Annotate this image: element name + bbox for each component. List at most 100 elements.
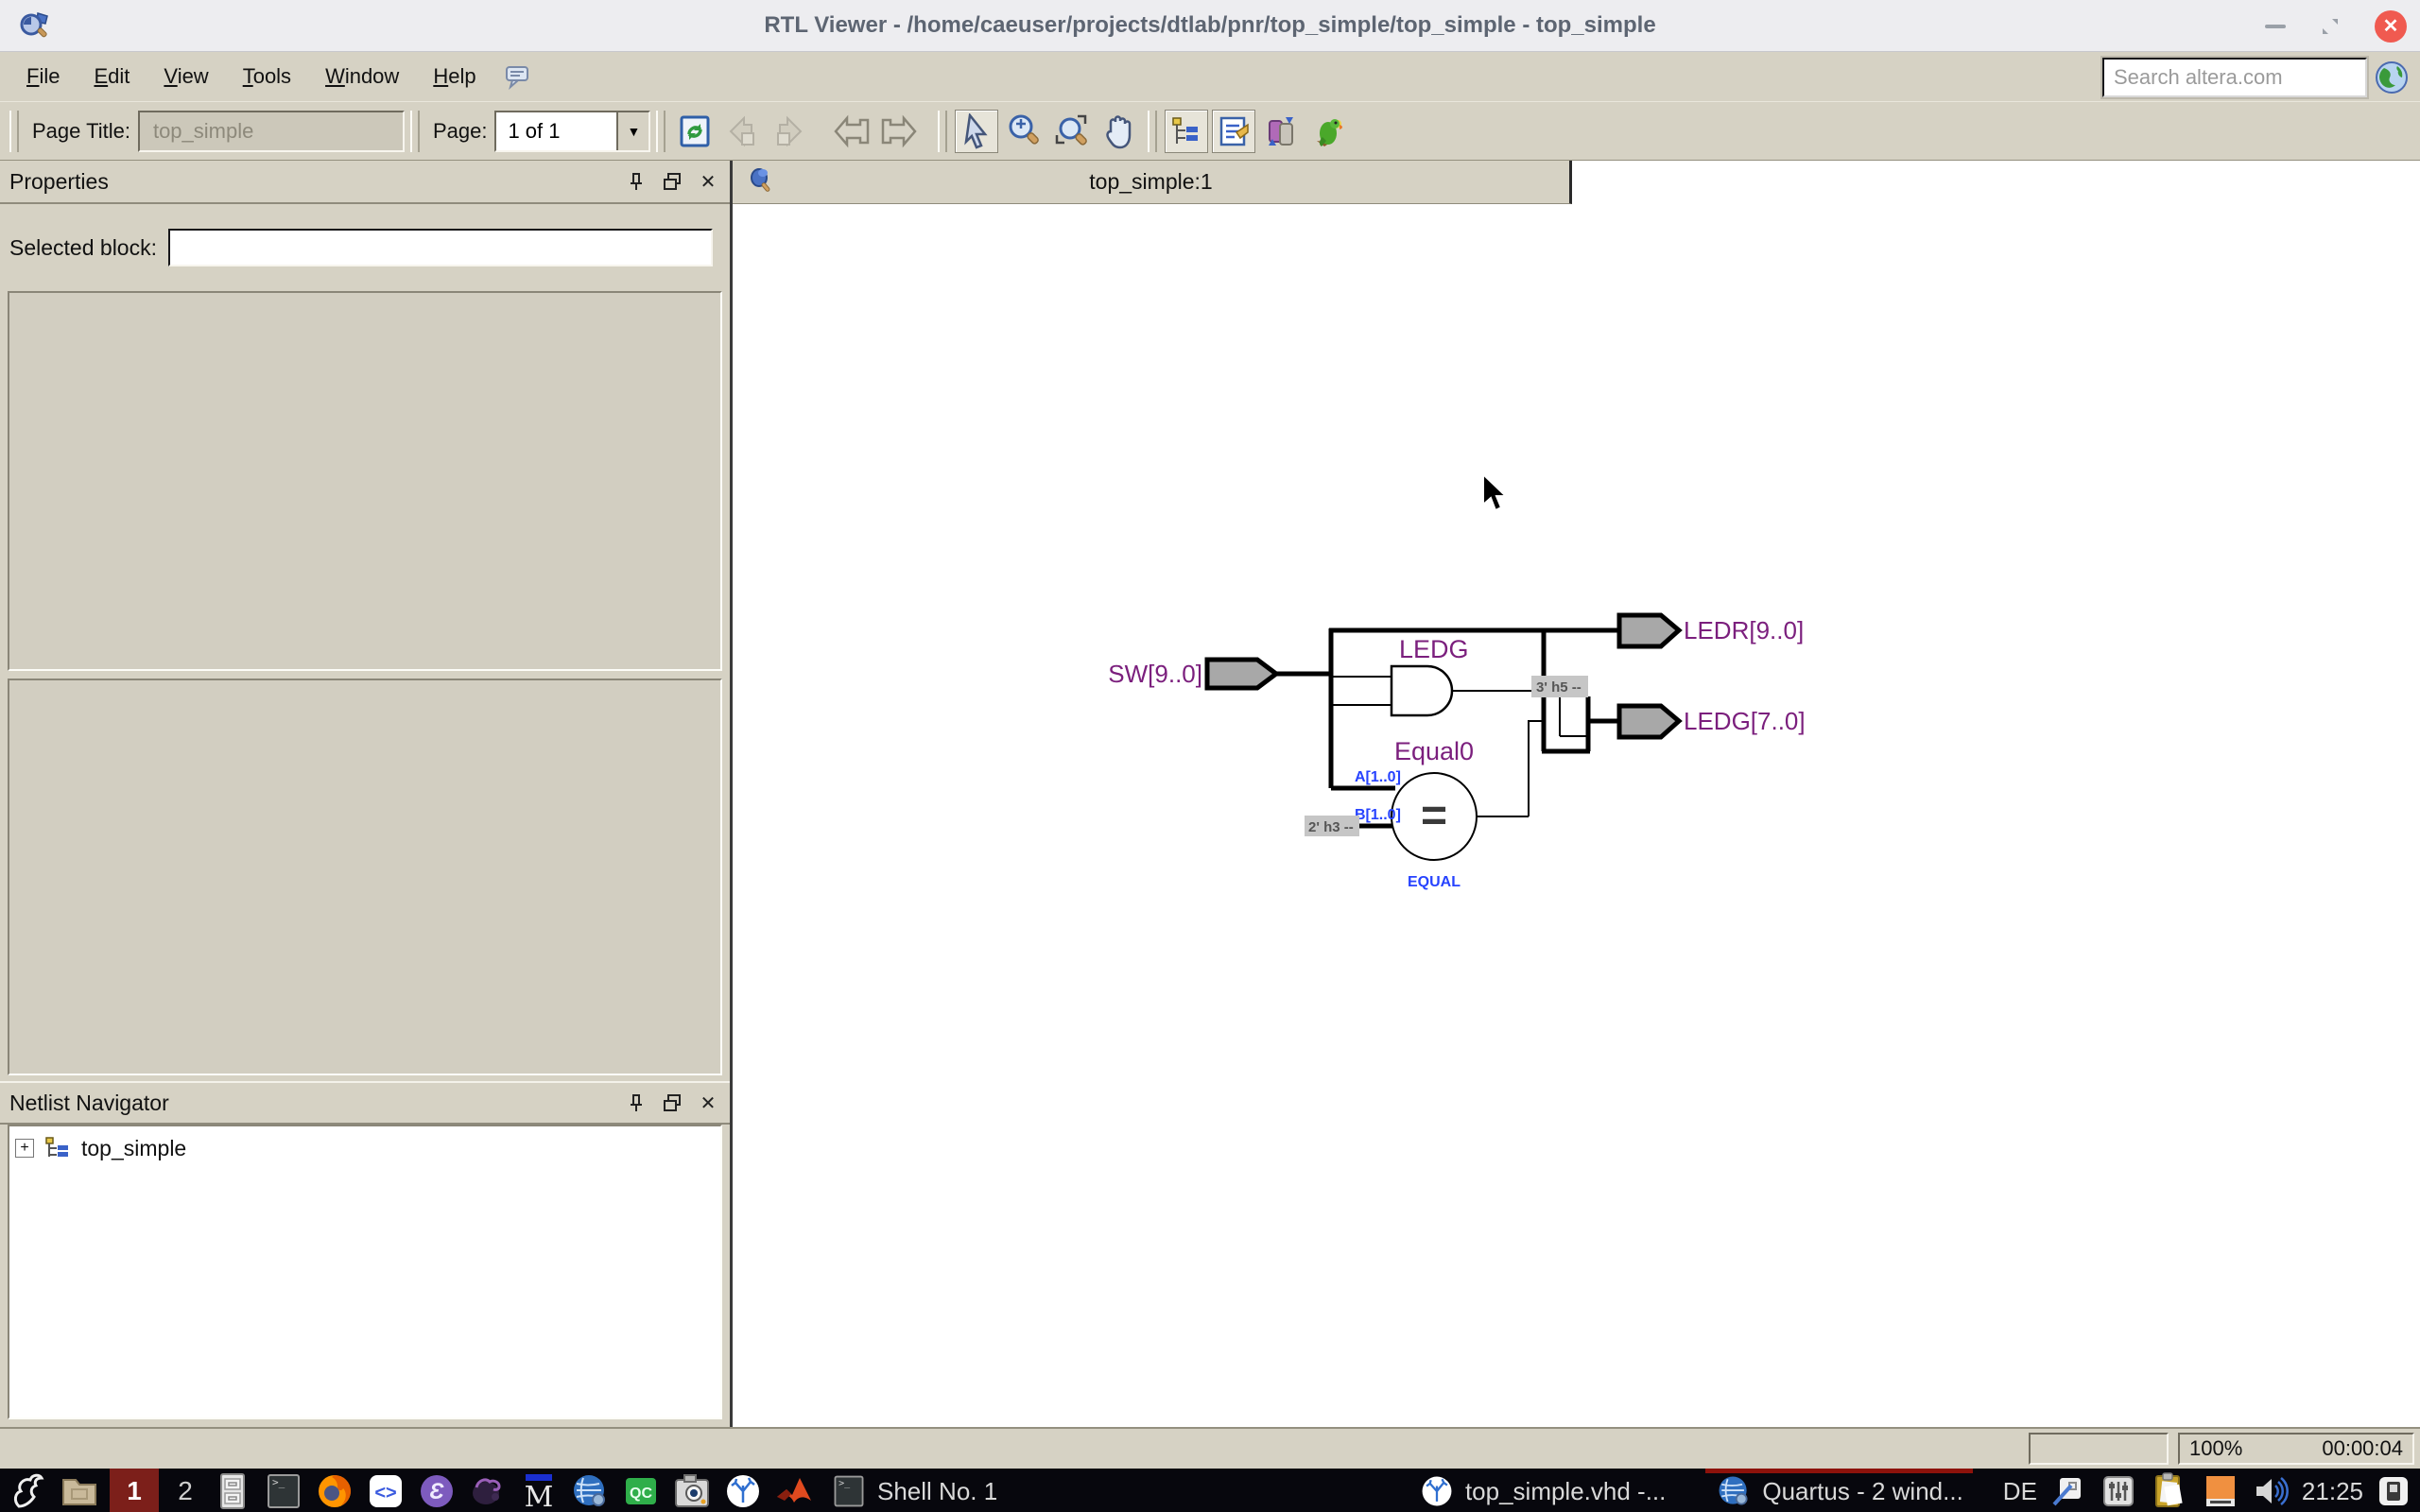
menu-file[interactable]: File (13, 59, 73, 94)
clock[interactable]: 21:25 (2302, 1477, 2363, 1506)
constant-tag-bus[interactable]: 3' h5 -- (1531, 676, 1588, 697)
menu-window[interactable]: Window (312, 59, 412, 94)
audio-mixer-icon[interactable] (2098, 1470, 2139, 1512)
float-window-icon[interactable] (662, 171, 683, 192)
menu-help[interactable]: Help (420, 59, 489, 94)
property-view-button[interactable] (1212, 110, 1255, 153)
menubar: File Edit View Tools Window Help (0, 52, 2420, 102)
input-pin-sw-label: SW[9..0] (1108, 660, 1202, 688)
constant-tag-b[interactable]: 2' h3 -- (1305, 816, 1359, 836)
pan-tool-button[interactable] (1097, 110, 1140, 153)
purple-app-icon[interactable] (467, 1470, 509, 1512)
matlab-icon[interactable] (773, 1470, 815, 1512)
toolbar-grip[interactable] (1148, 111, 1157, 152)
tree-item-top-simple[interactable]: + top_simple (15, 1134, 715, 1162)
zoom-tool-button[interactable] (1002, 110, 1046, 153)
mouse-cursor (1479, 472, 1513, 514)
properties-panel-header: Properties ✕ (0, 161, 730, 204)
forward-button[interactable] (768, 110, 811, 153)
tree-expander-icon[interactable]: + (15, 1139, 34, 1158)
constant-tag-bus-text: 3' h5 -- (1536, 679, 1582, 696)
toolbar-grip[interactable] (410, 111, 420, 152)
output-pin-ledr[interactable] (1619, 615, 1679, 646)
tab-top-simple-1[interactable]: top_simple:1 (733, 161, 1572, 204)
netlist-panel-title: Netlist Navigator (9, 1091, 169, 1116)
orange-app-icon[interactable] (2200, 1470, 2241, 1512)
m-letter-app-icon[interactable]: M (518, 1470, 560, 1512)
feedback-bubble-icon[interactable] (503, 62, 531, 91)
task-shell[interactable]: >_ Shell No. 1 (824, 1469, 1003, 1512)
refresh-button[interactable] (673, 110, 717, 153)
close-button[interactable]: ✕ (2375, 10, 2407, 43)
toolbar: Page Title: top_simple Page: 1 of 1 ▼ (0, 102, 2420, 161)
svg-text:<>: <> (374, 1483, 396, 1503)
maximize-button[interactable] (2320, 16, 2341, 37)
volume-icon[interactable] (2251, 1470, 2292, 1512)
schematic-canvas[interactable]: top_simple:1 (733, 161, 2420, 1427)
workspace-2-button[interactable]: 2 (168, 1469, 202, 1512)
close-panel-icon[interactable]: ✕ (698, 1092, 718, 1113)
camera-screenshot-icon[interactable] (671, 1470, 713, 1512)
output-pin-ledg[interactable] (1619, 706, 1679, 737)
editor-app-icon[interactable] (722, 1470, 764, 1512)
menu-tools[interactable]: Tools (230, 59, 304, 94)
properties-content-area-lower (8, 679, 722, 1075)
terminal-icon: >_ (830, 1472, 868, 1510)
task-editor[interactable]: top_simple.vhd -... (1412, 1469, 1671, 1512)
selected-block-input[interactable] (168, 229, 713, 266)
pin-icon[interactable] (626, 1092, 647, 1113)
float-window-icon[interactable] (662, 1092, 683, 1113)
selected-block-label: Selected block: (9, 235, 157, 261)
pan-tool-icon (1101, 112, 1135, 150)
quartus-launcher-icon[interactable] (569, 1470, 611, 1512)
output-pin-ledr-label: LEDR[9..0] (1684, 616, 1804, 644)
quartus-icon (1715, 1472, 1753, 1510)
terminal-launcher-icon[interactable]: >_ (263, 1470, 304, 1512)
birds-eye-view-button[interactable] (1306, 110, 1350, 153)
svg-text:>_: >_ (272, 1476, 285, 1488)
netlist-swap-button[interactable] (1259, 110, 1303, 153)
toolbar-grip[interactable] (656, 111, 666, 152)
close-panel-icon[interactable]: ✕ (698, 171, 718, 192)
and-gate[interactable] (1392, 666, 1452, 715)
port-out-label: EQUAL (1408, 874, 1461, 890)
toolbar-grip[interactable] (9, 111, 19, 152)
file-manager-folder-icon[interactable] (59, 1470, 100, 1512)
firefox-icon[interactable] (314, 1470, 355, 1512)
hierarchy-list-icon (1168, 113, 1204, 149)
menu-view[interactable]: View (150, 59, 221, 94)
menu-edit[interactable]: Edit (80, 59, 143, 94)
minimize-button[interactable] (2265, 25, 2286, 28)
clipboard-icon[interactable] (2149, 1470, 2190, 1512)
desktop-logo-icon[interactable] (8, 1470, 49, 1512)
input-pin-sw[interactable] (1207, 660, 1276, 688)
selection-tool-icon (960, 113, 993, 149)
workspace-1-button[interactable]: 1 (110, 1469, 159, 1512)
hierarchy-list-button[interactable] (1165, 110, 1208, 153)
keyboard-layout-indicator[interactable]: DE (2003, 1477, 2037, 1506)
equal-symbol: = (1421, 791, 1447, 841)
svg-text:>_: >_ (838, 1479, 851, 1489)
code-editor-icon[interactable]: <> (365, 1470, 406, 1512)
chevron-down-icon[interactable]: ▼ (616, 112, 648, 150)
power-switch-icon[interactable] (2373, 1470, 2414, 1512)
qc-app-icon[interactable]: QC (620, 1470, 662, 1512)
pushpin-icon[interactable] (746, 166, 774, 198)
web-search-globe-icon[interactable] (2373, 59, 2411, 96)
next-page-button[interactable] (877, 110, 921, 153)
rtl-schematic: SW[9..0] LEDR[9..0] LEDG[7..0] LEDG 3' h… (1087, 599, 1843, 920)
zoom-selection-tool-button[interactable] (1049, 110, 1093, 153)
pin-icon[interactable] (626, 171, 647, 192)
page-title-field: top_simple (138, 111, 405, 152)
emacs-icon[interactable]: Ɛ (416, 1470, 458, 1512)
search-input[interactable] (2102, 58, 2367, 97)
file-cabinet-icon[interactable] (212, 1470, 253, 1512)
module-hierarchy-icon (43, 1134, 72, 1162)
previous-page-button[interactable] (830, 110, 873, 153)
page-select[interactable]: 1 of 1 ▼ (494, 111, 650, 152)
selection-tool-button[interactable] (955, 110, 998, 153)
toolbar-grip[interactable] (938, 111, 947, 152)
back-button[interactable] (720, 110, 764, 153)
task-quartus[interactable]: Quartus - 2 wind... (1709, 1469, 1968, 1512)
settings-tool-icon[interactable] (2047, 1470, 2088, 1512)
